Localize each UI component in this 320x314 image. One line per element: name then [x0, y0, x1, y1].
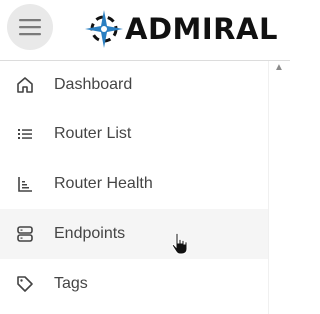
compass-star-logo	[85, 10, 123, 48]
server-icon	[14, 223, 36, 245]
sidebar-item-label: Router List	[54, 125, 132, 142]
list-icon	[14, 123, 36, 145]
app-header: ADMIRAL	[0, 0, 290, 60]
brand-name: ADMIRAL	[125, 12, 278, 46]
sidebar-item-label: Router Health	[54, 175, 153, 192]
brand-logo[interactable]: ADMIRAL	[84, 9, 278, 49]
bar-chart-icon	[14, 173, 36, 195]
sidebar-item-label: Endpoints	[54, 225, 126, 242]
sidebar-item-dashboard[interactable]: Dashboard	[0, 60, 268, 110]
hamburger-menu-icon	[19, 19, 41, 36]
scroll-up-arrow-icon[interactable]: ▲	[274, 62, 284, 73]
sidebar-item-label: Tags	[54, 275, 88, 292]
home-icon	[14, 74, 36, 96]
menu-button[interactable]	[7, 4, 53, 50]
sidebar-scrollbar[interactable]: ▲	[268, 61, 291, 314]
sidebar-item-router-health[interactable]: Router Health	[0, 159, 268, 209]
hand-pointer-cursor-icon	[170, 232, 192, 261]
tag-icon	[14, 273, 36, 295]
sidebar-item-label: Dashboard	[54, 76, 133, 93]
sidebar-item-tags[interactable]: Tags	[0, 259, 268, 309]
sidebar-item-router-list[interactable]: Router List	[0, 109, 268, 159]
sidebar-item-endpoints[interactable]: Endpoints	[0, 209, 268, 259]
